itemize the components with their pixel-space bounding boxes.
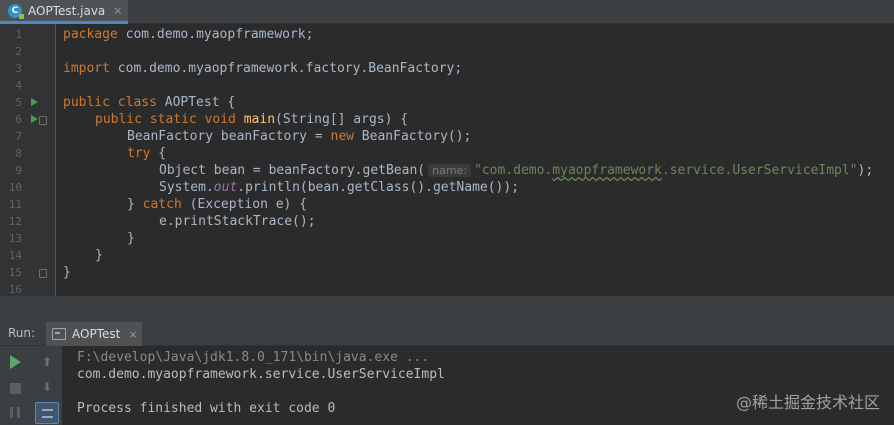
tab-label: AOPTest.java — [28, 3, 106, 18]
play-icon — [9, 355, 21, 369]
fold-icon[interactable] — [39, 116, 47, 125]
run-main-icon[interactable] — [31, 115, 38, 123]
line-number: 12 — [8, 215, 22, 228]
tab-aoptest-java[interactable]: C AOPTest.java × — [0, 0, 128, 24]
close-icon[interactable]: × — [113, 4, 122, 17]
console-icon — [52, 328, 66, 340]
code-line-11: } catch (Exception e) { — [127, 197, 308, 212]
code-line-1: package com.demo.myaopframework; — [63, 27, 314, 42]
code-line-15: } — [63, 265, 71, 280]
down-stack-button[interactable]: ⬇ — [36, 377, 58, 397]
stop-button[interactable] — [4, 378, 26, 398]
line-number: 5 — [15, 96, 22, 109]
line-number: 3 — [15, 62, 22, 75]
line-number: 13 — [8, 232, 22, 245]
line-number: 6 — [15, 113, 22, 126]
run-tab-label: AOPTest — [72, 327, 121, 341]
run-toolbar: ⬆ ⬇ — [0, 346, 62, 425]
line-number: 9 — [15, 164, 22, 177]
line-number: 2 — [15, 45, 22, 58]
watermark: @稀土掘金技术社区 — [735, 393, 880, 412]
code-line-14: } — [95, 248, 103, 263]
line-number: 14 — [8, 249, 22, 262]
line-number: 11 — [8, 198, 22, 211]
console-output-line: com.demo.myaopframework.service.UserServ… — [77, 367, 445, 382]
code-line-5: public class AOPTest { — [63, 95, 236, 110]
rerun-button[interactable] — [4, 352, 26, 372]
run-console[interactable]: ⬆ ⬇ F:\develop\Java\jdk1.8.0_171\bin\jav… — [0, 346, 894, 425]
arrow-down-icon: ⬇ — [41, 380, 53, 394]
editor-gutter: 1 2 3 4 5 6 7 8 9 10 11 12 13 14 15 16 — [0, 24, 56, 296]
code-line-8: try { — [127, 146, 167, 161]
code-line-3: import com.demo.myaopframework.factory.B… — [63, 61, 463, 76]
java-class-icon: C — [8, 3, 24, 19]
arrow-up-icon: ⬆ — [41, 355, 53, 369]
close-icon[interactable]: × — [128, 328, 137, 341]
code-line-9: Object bean = beanFactory.getBean(name: "… — [159, 163, 874, 178]
wrap-icon — [41, 408, 53, 418]
typo-underline: myaopframework — [552, 163, 662, 178]
code-line-12: e.printStackTrace(); — [159, 214, 316, 229]
code-line-6: public static void main(String[] args) { — [95, 112, 409, 127]
stop-icon — [9, 382, 21, 394]
soft-wrap-button[interactable] — [35, 402, 59, 424]
fold-icon[interactable] — [39, 269, 47, 278]
parameter-hint: name: — [428, 164, 472, 177]
code-line-7: BeanFactory beanFactory = new BeanFactor… — [127, 129, 472, 144]
line-number: 8 — [15, 147, 22, 160]
code-line-10: System.out.println(bean.getClass().getNa… — [159, 180, 520, 195]
line-number: 4 — [15, 79, 22, 92]
console-exit-line: Process finished with exit code 0 — [77, 401, 336, 416]
pause-icon — [10, 406, 20, 418]
code-editor[interactable]: 1 2 3 4 5 6 7 8 9 10 11 12 13 14 15 16 p… — [0, 24, 894, 296]
line-number: 1 — [15, 28, 22, 41]
run-tool-header: Run: AOPTest × — [0, 322, 894, 346]
console-command-line: F:\develop\Java\jdk1.8.0_171\bin\java.ex… — [77, 350, 430, 365]
run-title: Run: — [8, 326, 36, 340]
line-number: 7 — [15, 130, 22, 143]
run-tab-aoptest[interactable]: AOPTest × — [46, 322, 142, 346]
pause-button[interactable] — [4, 402, 26, 422]
line-number: 15 — [8, 266, 22, 279]
line-number: 10 — [8, 181, 22, 194]
run-class-icon[interactable] — [31, 98, 38, 106]
up-stack-button[interactable]: ⬆ — [36, 352, 58, 372]
editor-tab-bar: C AOPTest.java × — [0, 0, 894, 24]
panel-splitter[interactable] — [0, 296, 894, 322]
code-line-13: } — [127, 231, 135, 246]
